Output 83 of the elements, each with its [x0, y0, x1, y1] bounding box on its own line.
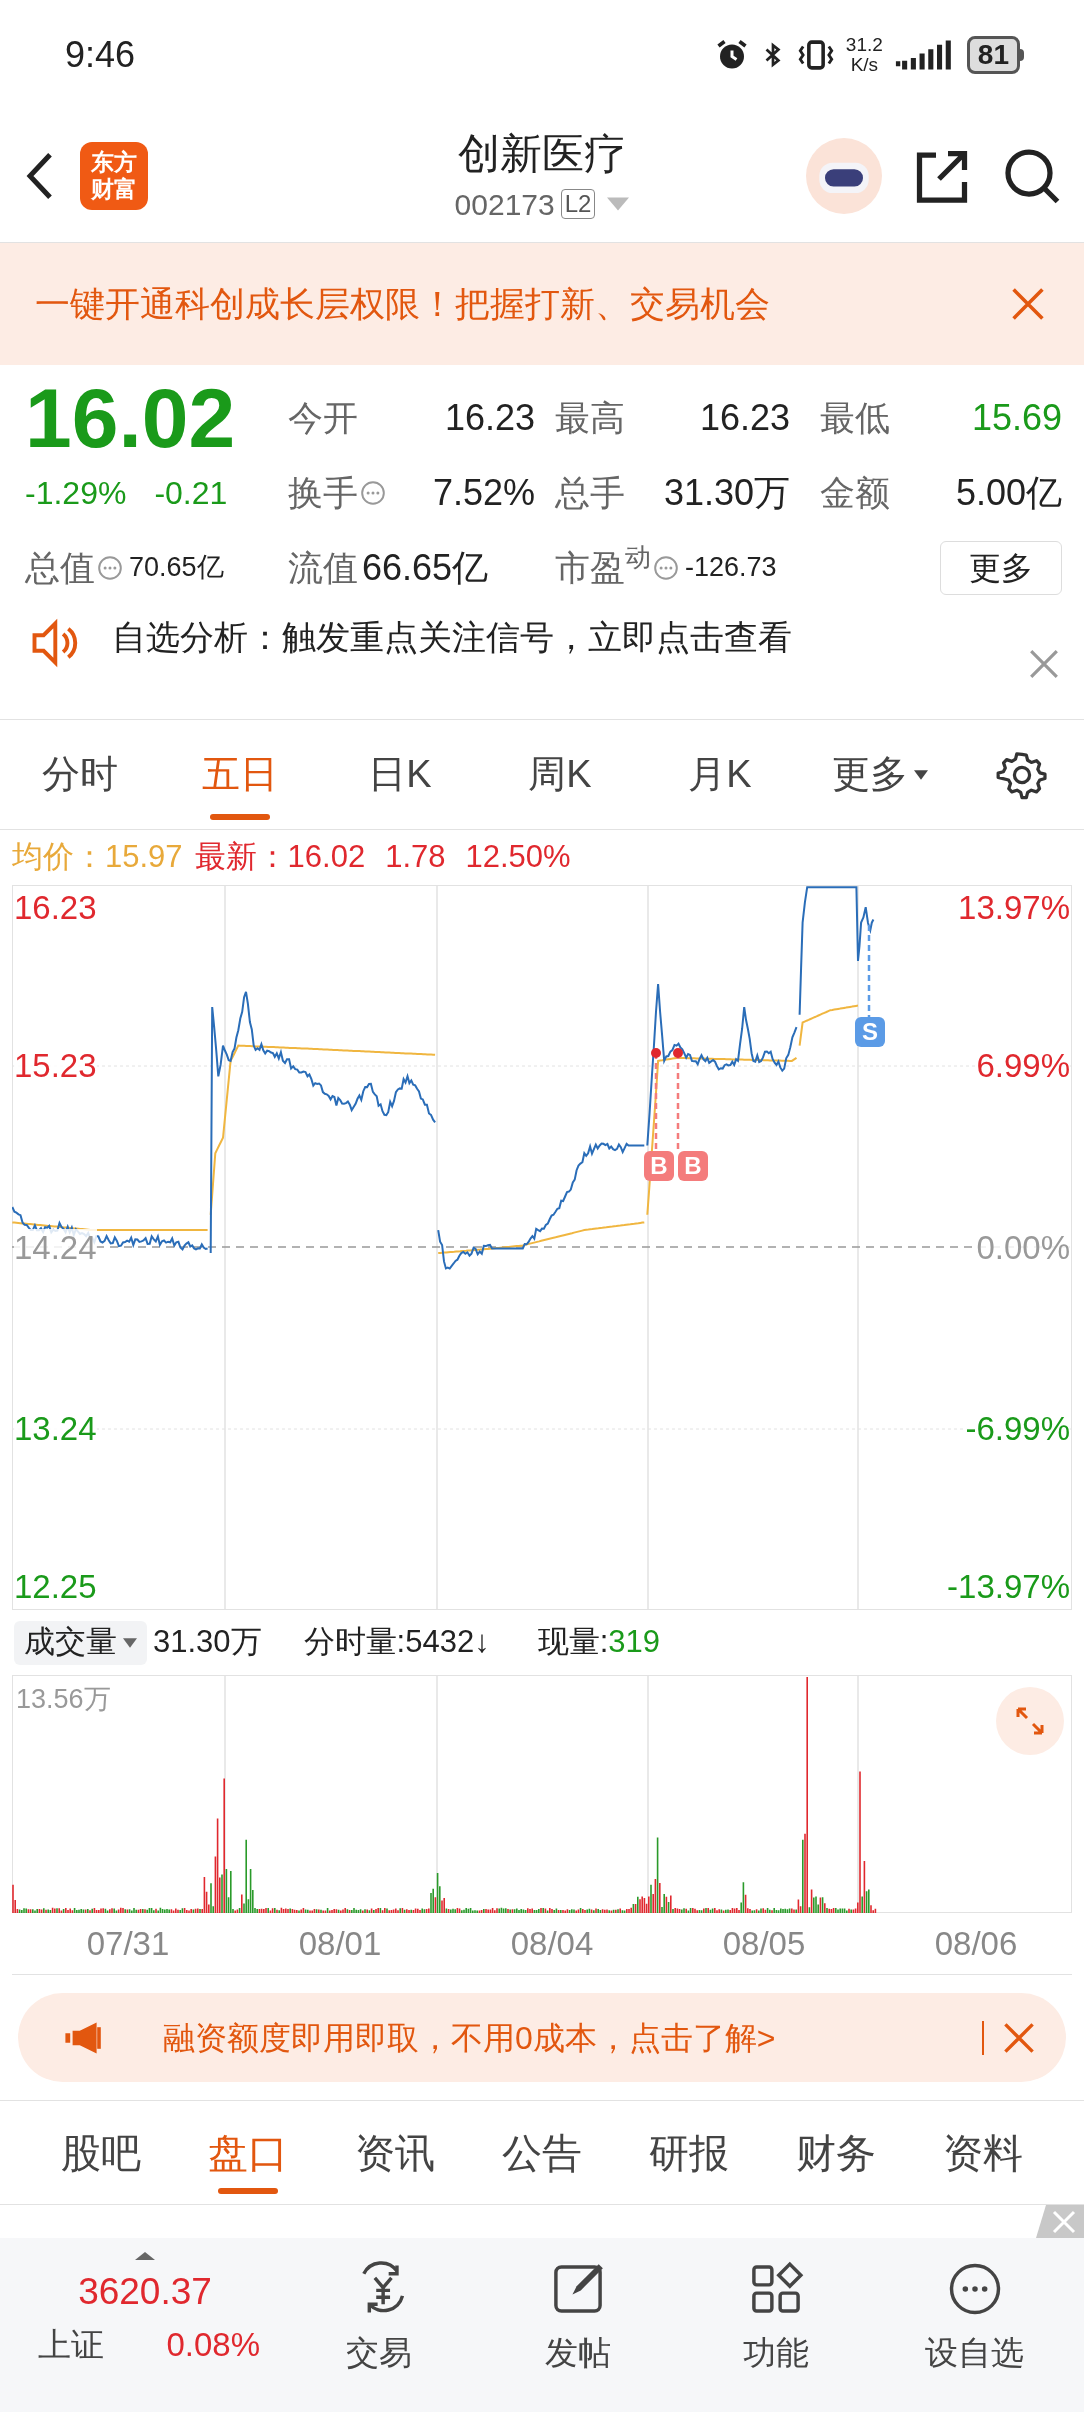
average-price-label: 均价： [12, 838, 105, 877]
section-tab[interactable]: 股吧 [28, 2101, 175, 2204]
action-button[interactable]: 设自选 [875, 2248, 1074, 2412]
section-tab[interactable]: 盘口 [174, 2101, 322, 2204]
minute-volume: 分时量:5432↓ [303, 1623, 490, 1662]
stat-value: 66.65亿 [362, 545, 489, 590]
action-button[interactable]: 交易 [280, 2248, 479, 2412]
last-price: 16.02 [25, 377, 236, 458]
stat-label: 换手 [288, 472, 358, 513]
latest-change: 1.78 [385, 838, 446, 877]
volume-selector[interactable]: 成交量 [14, 1620, 147, 1665]
close-icon[interactable] [1036, 2205, 1084, 2238]
index-value[interactable]: 3620.37 [78, 2270, 212, 2314]
volume-max-label: 13.56万 [16, 1683, 111, 1716]
info-icon[interactable] [653, 554, 679, 581]
stat-label: 今开 [288, 397, 358, 438]
date-label: 08/06 [934, 1923, 1018, 1964]
action-button[interactable]: 功能 [677, 2248, 876, 2412]
stat-value: 16.23 [699, 395, 790, 440]
section-tab[interactable]: 资讯 [321, 2101, 469, 2204]
stock-name: 创新医疗 [458, 128, 626, 179]
section-tab[interactable]: 研报 [615, 2101, 763, 2204]
back-icon[interactable] [25, 151, 55, 201]
level-badge: L2 [560, 189, 596, 219]
date-label: 08/01 [298, 1923, 382, 1964]
price-change: -0.21 [154, 473, 228, 513]
notice-text[interactable]: 自选分析：触发重点关注信号，立即点击查看 [112, 617, 792, 657]
chart-tab[interactable]: 周K [480, 719, 640, 830]
price-change-percent: -1.29% [25, 473, 127, 513]
action-button[interactable]: 发帖 [478, 2248, 677, 2412]
close-icon[interactable] [1002, 2020, 1036, 2055]
stat-value: -126.73 [685, 551, 777, 585]
stat-value: 5.00亿 [955, 470, 1062, 515]
stat-label: 流值 [288, 547, 358, 588]
current-volume: 319 [608, 1623, 660, 1662]
latest-price-label: 最新： [194, 838, 288, 877]
date-label: 08/05 [722, 1923, 806, 1964]
stat-label: 总手 [555, 472, 625, 513]
index-name[interactable]: 上证 [38, 2320, 104, 2370]
stat-value: 15.69 [971, 395, 1062, 440]
stat-label: 金额 [820, 472, 890, 513]
volume-total: 31.30万 [153, 1623, 262, 1662]
latest-price: 16.02 [287, 838, 366, 877]
current-volume-label: 现量: [537, 1623, 609, 1662]
section-tab[interactable]: 资料 [909, 2101, 1056, 2204]
expand-icon[interactable] [996, 1687, 1064, 1755]
average-price: 15.97 [105, 838, 183, 877]
chart-tab[interactable]: 更多 [800, 719, 960, 830]
stock-code: 002173 [454, 186, 555, 223]
caret-icon [914, 769, 928, 780]
expand-up-icon [135, 2252, 155, 2260]
section-tab[interactable]: 公告 [468, 2101, 616, 2204]
date-label: 08/04 [510, 1923, 594, 1964]
stat-label: 总值 [25, 547, 95, 588]
assistant-avatar-icon[interactable] [806, 138, 882, 214]
battery-indicator: 81 [966, 36, 1020, 74]
stat-value: 16.23 [444, 395, 535, 440]
more-button[interactable]: 更多 [940, 540, 1062, 595]
info-icon[interactable] [97, 554, 123, 581]
stat-label: 最低 [820, 397, 890, 438]
stat-value: 31.30万 [663, 470, 790, 515]
stat-value: 70.65亿 [129, 551, 224, 585]
stat-label: 最高 [555, 397, 625, 438]
stat-value: 7.52% [432, 470, 535, 515]
dropdown-icon[interactable] [607, 197, 630, 211]
network-speed: 31.2 [845, 35, 883, 55]
close-icon[interactable] [1028, 648, 1060, 680]
section-tab[interactable]: 财务 [762, 2101, 910, 2204]
chart-tab[interactable]: 月K [640, 719, 800, 830]
date-label: 07/31 [86, 1923, 170, 1964]
chart-tab[interactable]: 日K [320, 719, 480, 830]
caret-icon [123, 1637, 137, 1648]
chart-tab[interactable]: 五日 [160, 719, 320, 830]
search-icon[interactable] [1002, 146, 1062, 206]
stat-label: 市盈$^{动}$ [555, 547, 651, 588]
network-speed-unit: K/s [850, 55, 879, 75]
close-icon[interactable] [1010, 286, 1046, 322]
latest-change-percent: 12.50% [465, 838, 571, 877]
info-icon[interactable] [360, 479, 386, 506]
index-change[interactable]: 0.08% [166, 2320, 260, 2370]
chart-tab[interactable]: 分时 [0, 719, 160, 830]
app-logo: 东方 财富 [80, 142, 148, 210]
status-time: 9:46 [65, 33, 136, 77]
